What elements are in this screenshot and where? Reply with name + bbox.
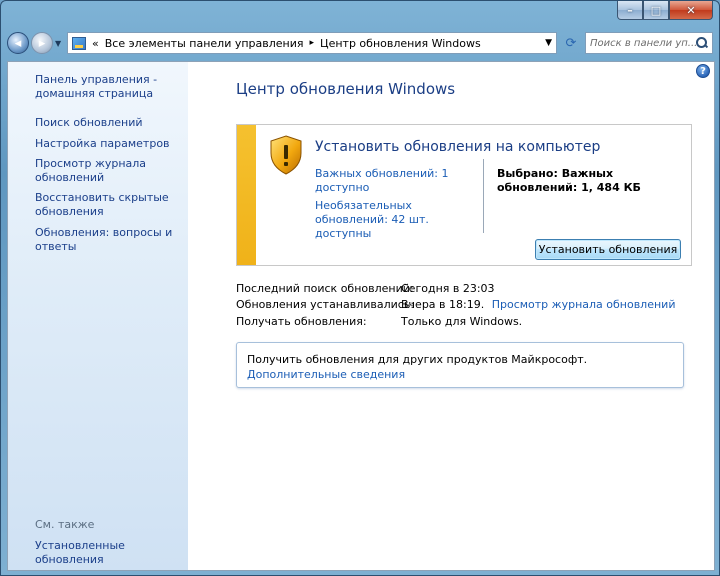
recent-pages-dropdown-icon[interactable]: ▼	[55, 39, 65, 48]
sidebar: Панель управления - домашняя страница По…	[8, 62, 188, 570]
more-info-link[interactable]: Дополнительные сведения	[247, 368, 405, 381]
optional-updates-link[interactable]: Необязательных обновлений: 42 шт. доступ…	[315, 199, 475, 241]
close-button[interactable]: ✕	[669, 1, 713, 20]
address-bar[interactable]: « Все элементы панели управления ▸ Центр…	[67, 32, 557, 54]
installed-value: Вчера в 18:19.	[401, 298, 485, 311]
warning-shield-icon	[270, 135, 302, 175]
install-updates-button[interactable]: Установить обновления	[535, 239, 681, 260]
breadcrumb-separator-icon[interactable]: ▸	[310, 38, 315, 48]
address-dropdown-icon[interactable]: ▼	[545, 38, 552, 48]
sidebar-link-restore-hidden[interactable]: Восстановить скрытые обновления	[35, 191, 181, 219]
sidebar-link-view-history[interactable]: Просмотр журнала обновлений	[35, 157, 181, 185]
breadcrumb-windows-update[interactable]: Центр обновления Windows	[320, 37, 481, 50]
sidebar-link-faq[interactable]: Обновления: вопросы и ответы	[35, 226, 181, 254]
update-heading: Установить обновления на компьютер	[315, 139, 601, 155]
selected-updates-summary: Выбрано: Важных обновлений: 1, 484 КБ	[497, 167, 641, 194]
maximize-button[interactable]: □	[643, 1, 669, 20]
sidebar-link-home[interactable]: Панель управления - домашняя страница	[35, 73, 181, 101]
content-area: Панель управления - домашняя страница По…	[7, 61, 715, 571]
important-updates-link[interactable]: Важных обновлений: 1 доступно	[315, 167, 475, 195]
update-status-panel: Установить обновления на компьютер Важны…	[236, 124, 692, 266]
receive-value: Только для Windows.	[401, 315, 523, 328]
search-icon[interactable]	[696, 37, 708, 49]
breadcrumb-all-items[interactable]: Все элементы панели управления	[105, 37, 304, 50]
search-input[interactable]: Поиск в панели уп...	[590, 38, 696, 49]
control-panel-icon	[72, 36, 86, 50]
last-search-label: Последний поиск обновлений:	[236, 282, 414, 295]
minimize-button[interactable]: –	[617, 1, 643, 20]
see-also-label: См. также	[35, 518, 95, 531]
help-icon[interactable]: ?	[696, 64, 710, 78]
forward-button[interactable]: ▸	[31, 32, 53, 54]
refresh-icon[interactable]: ⟳	[561, 32, 581, 54]
other-products-panel: Получить обновления для других продуктов…	[236, 342, 684, 388]
warning-status-bar	[237, 125, 256, 265]
window: – □ ✕ ◂ ▸ ▼ « Все элементы панели управл…	[0, 0, 720, 576]
sidebar-link-installed-updates[interactable]: Установленные обновления	[35, 539, 181, 567]
other-products-text: Получить обновления для других продуктов…	[247, 353, 588, 366]
back-button[interactable]: ◂	[7, 32, 29, 54]
sidebar-link-change-settings[interactable]: Настройка параметров	[35, 137, 181, 151]
installed-value-row: Вчера в 18:19. Просмотр журнала обновлен…	[401, 298, 675, 311]
search-box[interactable]: Поиск в панели уп...	[585, 32, 713, 54]
caption-buttons: – □ ✕	[617, 1, 713, 21]
navigation-bar: ◂ ▸ ▼ « Все элементы панели управления ▸…	[7, 29, 713, 57]
page-title: Центр обновления Windows	[236, 80, 456, 98]
last-search-value: Сегодня в 23:03	[401, 282, 495, 295]
sidebar-link-check-updates[interactable]: Поиск обновлений	[35, 116, 181, 130]
receive-label: Получать обновления:	[236, 315, 367, 328]
view-history-link[interactable]: Просмотр журнала обновлений	[492, 298, 676, 311]
installed-label: Обновления устанавливались:	[236, 298, 415, 311]
breadcrumb-prefix[interactable]: «	[92, 37, 99, 50]
panel-divider	[483, 159, 484, 233]
